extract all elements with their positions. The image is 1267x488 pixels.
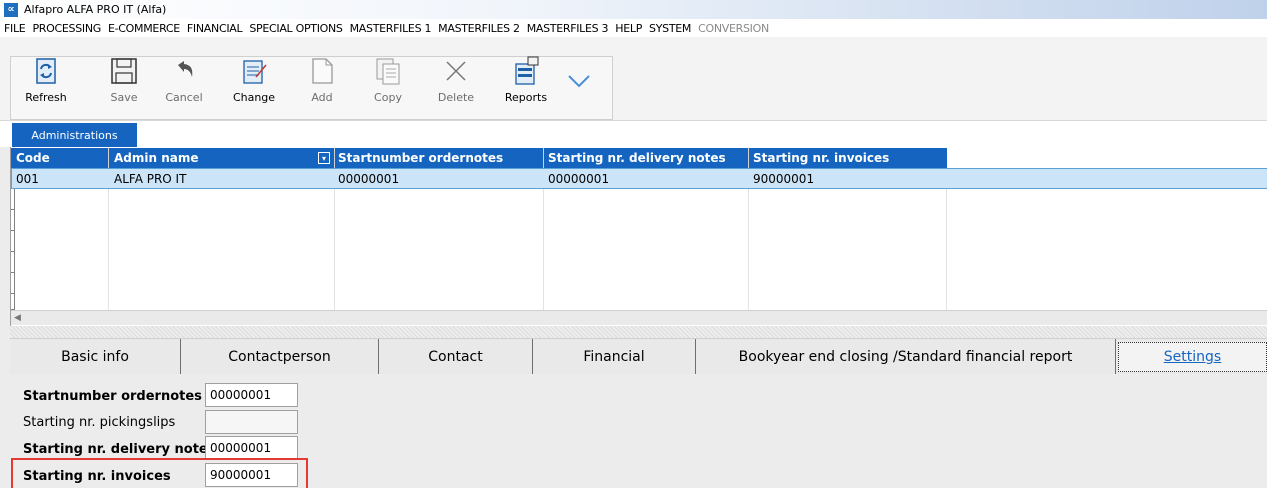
label-starting-nr-pickingslips: Starting nr. pickingslips [23, 415, 176, 430]
copy-button[interactable]: Copy [362, 55, 414, 104]
tab-strip: Administrations [0, 121, 1267, 147]
printer-report-icon [510, 55, 542, 87]
grid-line [543, 189, 544, 315]
change-label: Change [232, 91, 276, 104]
filter-dropdown-icon[interactable]: ▾ [318, 152, 330, 164]
menu-system[interactable]: SYSTEM [649, 22, 691, 35]
startnumber-ordernotes-field[interactable]: 00000001 [205, 383, 298, 407]
cell-code: 001 [16, 171, 39, 186]
delete-label: Delete [437, 91, 475, 104]
tab-basic-info[interactable]: Basic info [10, 339, 181, 375]
menu-e-commerce[interactable]: E-COMMERCE [108, 22, 180, 35]
col-header-starting-nr-delivery-notes[interactable]: Starting nr. delivery notes [543, 148, 749, 168]
row-indicator [11, 231, 15, 252]
menu-masterfiles-3[interactable]: MASTERFILES 3 [527, 22, 609, 35]
tab-contact[interactable]: Contact [379, 339, 533, 375]
cell-starting-nr-delivery-notes: 00000001 [548, 171, 610, 186]
refresh-label: Refresh [25, 91, 67, 104]
highlight-box [11, 458, 308, 488]
label-starting-nr-delivery-notes: Starting nr. delivery notes [23, 442, 216, 457]
tab-contactperson[interactable]: Contactperson [181, 339, 379, 375]
splitter-bar[interactable] [10, 326, 1267, 338]
delete-x-icon [440, 55, 472, 87]
row-indicator [11, 189, 15, 210]
menu-special-options[interactable]: SPECIAL OPTIONS [249, 22, 343, 35]
app-logo-icon: ∝ [4, 2, 18, 17]
title-bar: ∝ Alfapro ALFA PRO IT (Alfa) [0, 0, 1267, 19]
edit-document-icon [238, 55, 270, 87]
tab-administrations[interactable]: Administrations [12, 123, 137, 147]
administrations-grid: Code Admin name ▾ Startnumber ordernotes… [10, 147, 1267, 327]
grid-line [108, 189, 109, 315]
save-label: Save [110, 91, 138, 104]
toolbar-expand-chevron-icon[interactable] [566, 68, 592, 94]
copy-label: Copy [374, 91, 402, 104]
tab-bookyear-end-closing[interactable]: Bookyear end closing /Standard financial… [696, 339, 1116, 375]
refresh-icon [30, 55, 62, 87]
row-indicator [11, 252, 15, 273]
reports-button[interactable]: Reports [500, 55, 552, 104]
col-header-startnumber-ordernotes[interactable]: Startnumber ordernotes [333, 148, 543, 168]
tab-financial[interactable]: Financial [533, 339, 696, 375]
save-button[interactable]: Save [98, 55, 150, 104]
change-button[interactable]: Change [228, 55, 280, 104]
menu-help[interactable]: HELP [615, 22, 642, 35]
refresh-button[interactable]: Refresh [20, 55, 72, 104]
row-indicator [11, 273, 15, 294]
new-document-icon [306, 55, 338, 87]
menu-financial[interactable]: FINANCIAL [187, 22, 243, 35]
menu-file[interactable]: FILE [4, 22, 26, 35]
horizontal-scrollbar[interactable]: ◀ [11, 310, 1267, 325]
cancel-label: Cancel [165, 91, 203, 104]
col-header-starting-nr-invoices[interactable]: Starting nr. invoices [748, 148, 946, 168]
starting-nr-pickingslips-field[interactable] [205, 410, 298, 434]
label-startnumber-ordernotes: Startnumber ordernotes [23, 389, 202, 404]
tab-settings[interactable]: Settings [1118, 342, 1267, 372]
delete-button[interactable]: Delete [430, 55, 482, 104]
cell-startnumber-ordernotes: 00000001 [338, 171, 400, 186]
row-indicator [11, 210, 15, 231]
menu-processing[interactable]: PROCESSING [32, 22, 101, 35]
grid-line [946, 189, 947, 315]
menu-masterfiles-1[interactable]: MASTERFILES 1 [350, 22, 432, 35]
col-header-code[interactable]: Code [11, 148, 109, 168]
reports-label: Reports [504, 91, 548, 104]
col-header-admin-name[interactable]: Admin name [109, 148, 335, 168]
window-title: Alfapro ALFA PRO IT (Alfa) [24, 3, 167, 16]
cell-starting-nr-invoices: 90000001 [753, 171, 815, 186]
grid-line [334, 189, 335, 315]
detail-tabs: Basic info Contactperson Contact Financi… [10, 338, 1267, 375]
cancel-button[interactable]: Cancel [158, 55, 210, 104]
scroll-left-arrow-icon[interactable]: ◀ [13, 313, 22, 323]
starting-nr-delivery-notes-field[interactable]: 00000001 [205, 436, 298, 460]
grid-line [748, 189, 749, 315]
undo-icon [168, 55, 200, 87]
copy-icon [372, 55, 404, 87]
cell-admin-name: ALFA PRO IT [114, 171, 187, 186]
tab-settings-label: Settings [1163, 349, 1222, 365]
menu-masterfiles-2[interactable]: MASTERFILES 2 [438, 22, 520, 35]
menu-bar: FILE PROCESSING E-COMMERCE FINANCIAL SPE… [0, 19, 1267, 37]
row-indicator [11, 294, 15, 310]
add-label: Add [311, 91, 333, 104]
menu-conversion: CONVERSION [698, 21, 769, 35]
add-button[interactable]: Add [296, 55, 348, 104]
floppy-disk-icon [108, 55, 140, 87]
